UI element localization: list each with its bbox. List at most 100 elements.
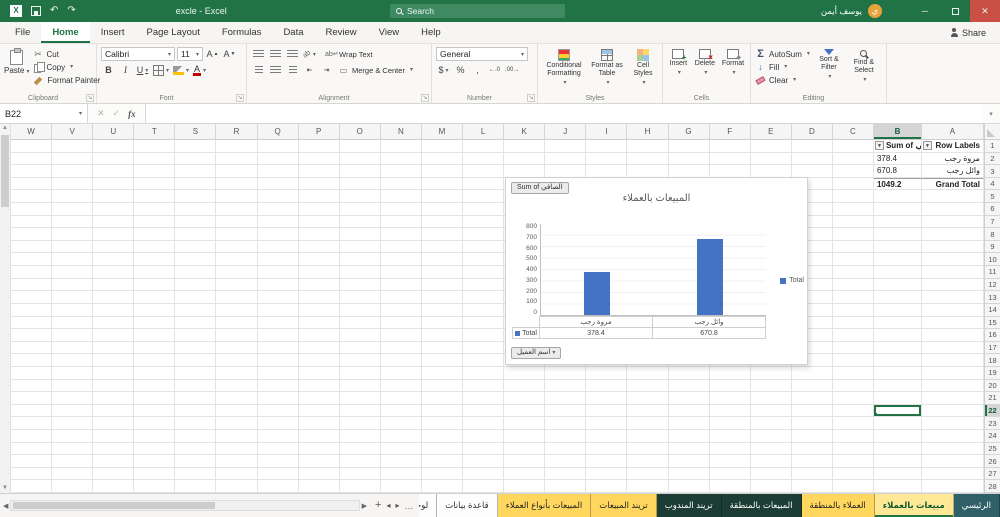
cell-C17[interactable] [832, 341, 874, 355]
formula-input[interactable] [145, 104, 982, 123]
cell-A15[interactable] [921, 316, 984, 330]
cell-V15[interactable] [52, 316, 94, 330]
row-header-4[interactable]: 4 [985, 178, 1000, 191]
cell-F21[interactable] [709, 392, 751, 405]
align-right-button[interactable] [285, 63, 300, 77]
cell-R27[interactable] [216, 467, 258, 481]
cell-styles-button[interactable]: Cell Styles ▾ [628, 47, 658, 92]
cell-B15[interactable] [873, 316, 922, 330]
cell-O9[interactable] [339, 240, 381, 254]
cell-R6[interactable] [216, 203, 258, 216]
cell-A4[interactable]: Grand Total [921, 177, 984, 191]
cell-E28[interactable] [750, 480, 792, 493]
cell-M10[interactable] [421, 253, 464, 267]
delete-cells-button[interactable]: Delete▾ [693, 47, 717, 92]
cell-S6[interactable] [175, 203, 217, 216]
cell-V19[interactable] [52, 366, 94, 380]
cell-A9[interactable] [921, 240, 984, 254]
row-header-25[interactable]: 25 [985, 443, 1000, 456]
tab-overflow-icon[interactable]: … [404, 501, 414, 511]
cell-Q19[interactable] [257, 366, 299, 380]
bold-button[interactable]: B [101, 63, 116, 77]
cell-B20[interactable] [873, 379, 922, 393]
pivot-filter-dropdown-icon[interactable]: ▼ [922, 141, 932, 150]
bar-وائل رجب[interactable] [696, 238, 723, 315]
cell-K3[interactable] [504, 165, 546, 178]
cell-N7[interactable] [380, 215, 422, 229]
cell-A25[interactable] [921, 442, 984, 456]
expand-formula-bar-icon[interactable]: ▾ [982, 104, 1000, 123]
row-header-23[interactable]: 23 [985, 417, 1000, 431]
cell-N11[interactable] [380, 266, 422, 279]
row-header-28[interactable]: 28 [985, 480, 1000, 493]
cell-H22[interactable] [627, 404, 669, 418]
cell-B24[interactable] [873, 430, 922, 443]
cell-Q23[interactable] [257, 417, 299, 431]
column-header-G[interactable]: G [669, 124, 710, 139]
cell-S28[interactable] [175, 480, 217, 493]
cell-B11[interactable] [873, 266, 922, 279]
cell-R2[interactable] [216, 152, 258, 166]
cell-T15[interactable] [134, 316, 176, 330]
cell-V10[interactable] [52, 253, 94, 267]
cell-B5[interactable] [873, 190, 922, 204]
cell-O6[interactable] [339, 203, 381, 216]
avatar[interactable]: ي [868, 4, 882, 18]
cell-W19[interactable] [11, 366, 53, 380]
cell-P21[interactable] [298, 392, 340, 405]
cell-W22[interactable] [11, 404, 53, 418]
tab-scroll-right-icon[interactable]: ▸ [395, 501, 399, 510]
cell-P2[interactable] [298, 152, 340, 166]
cell-C27[interactable] [832, 467, 874, 481]
cell-V8[interactable] [52, 228, 94, 241]
cell-M5[interactable] [421, 190, 464, 204]
cell-G26[interactable] [668, 455, 710, 468]
cell-O28[interactable] [339, 480, 381, 493]
cell-C12[interactable] [832, 278, 874, 292]
cell-D20[interactable] [791, 379, 833, 393]
cell-E2[interactable] [750, 152, 792, 166]
cell-D24[interactable] [791, 430, 833, 443]
cell-A11[interactable] [921, 266, 984, 279]
cell-K28[interactable] [504, 480, 546, 493]
cell-A24[interactable] [921, 430, 984, 443]
cell-I23[interactable] [586, 417, 628, 431]
cell-B23[interactable] [873, 417, 922, 431]
cell-M19[interactable] [421, 366, 464, 380]
row-header-11[interactable]: 11 [985, 266, 1000, 279]
cell-G19[interactable] [668, 366, 710, 380]
cell-M26[interactable] [421, 455, 464, 468]
cell-T9[interactable] [134, 240, 176, 254]
cell-R15[interactable] [216, 316, 258, 330]
format-painter-button[interactable]: Format Painter [32, 75, 100, 86]
close-button[interactable]: ✕ [970, 0, 1000, 22]
cell-W7[interactable] [11, 215, 53, 229]
scroll-up-icon[interactable]: ▲ [2, 124, 8, 133]
cell-W28[interactable] [11, 480, 53, 493]
cell-L10[interactable] [463, 253, 505, 267]
cell-V2[interactable] [52, 152, 94, 166]
cell-G27[interactable] [668, 467, 710, 481]
cell-C7[interactable] [832, 215, 874, 229]
cell-P13[interactable] [298, 291, 340, 304]
cell-C9[interactable] [832, 240, 874, 254]
cell-N21[interactable] [380, 392, 422, 405]
cell-G24[interactable] [668, 430, 710, 443]
cell-U20[interactable] [93, 379, 135, 393]
cell-R24[interactable] [216, 430, 258, 443]
cell-R1[interactable] [216, 140, 258, 153]
cell-N19[interactable] [380, 366, 422, 380]
cell-U18[interactable] [93, 354, 135, 367]
cell-I24[interactable] [586, 430, 628, 443]
cell-F19[interactable] [709, 366, 751, 380]
cell-W18[interactable] [11, 354, 53, 367]
cell-S26[interactable] [175, 455, 217, 468]
cell-A8[interactable] [921, 228, 984, 241]
cell-Q26[interactable] [257, 455, 299, 468]
cell-F26[interactable] [709, 455, 751, 468]
cell-J21[interactable] [545, 392, 587, 405]
cell-I22[interactable] [586, 404, 628, 418]
cell-W27[interactable] [11, 467, 53, 481]
paste-button[interactable]: Paste ▾ [4, 47, 29, 92]
column-header-K[interactable]: K [504, 124, 546, 139]
